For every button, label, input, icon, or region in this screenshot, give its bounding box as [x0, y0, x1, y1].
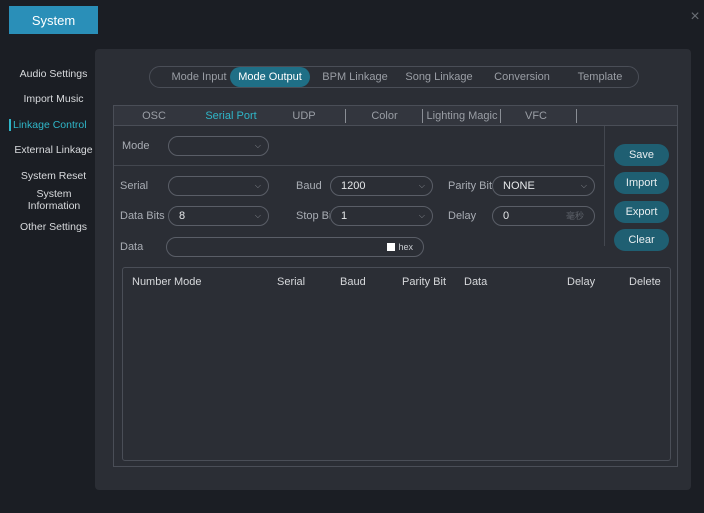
title-bar: System × [0, 0, 704, 40]
sidebar-item-system-information[interactable]: System Information [24, 188, 84, 212]
tab-separator [422, 109, 423, 123]
sidebar-item-external-linkage[interactable]: External Linkage [9, 144, 98, 156]
column-header-parity-bit: Parity Bit [402, 276, 447, 288]
mode-label: Mode [122, 140, 150, 152]
chevron-down-icon: ⌵ [254, 211, 261, 220]
tab-lighting-magic[interactable]: Lighting Magic [425, 106, 499, 126]
serial-select[interactable]: ⌵ [168, 176, 269, 196]
delay-input[interactable]: 0 毫秒 [492, 206, 595, 226]
column-header-mode: Mode [174, 276, 202, 288]
data-label: Data [120, 241, 144, 253]
clear-button[interactable]: Clear [614, 229, 669, 251]
parity-bit-select[interactable]: NONE ⌵ [492, 176, 595, 196]
mode-select[interactable]: ⌵ [168, 136, 269, 156]
tab-color[interactable]: Color [362, 106, 407, 126]
data-bits-select[interactable]: 8 ⌵ [168, 206, 269, 226]
column-header-baud: Baud [340, 276, 366, 288]
export-button[interactable]: Export [614, 201, 669, 223]
baud-select[interactable]: 1200 ⌵ [330, 176, 433, 196]
tab-separator [500, 109, 501, 123]
main-content: Mode Input Mode Output BPM Linkage Song … [95, 49, 691, 490]
sidebar-item-linkage-control[interactable]: Linkage Control [9, 119, 98, 131]
hex-checkbox[interactable] [387, 243, 395, 251]
tab-template[interactable]: Template [566, 67, 634, 87]
chevron-down-icon: ⌵ [418, 181, 425, 190]
tab-conversion[interactable]: Conversion [483, 67, 561, 87]
tab-song-linkage[interactable]: Song Linkage [400, 67, 478, 87]
delay-unit: 毫秒 [565, 211, 584, 221]
delay-label: Delay [448, 210, 477, 222]
data-input[interactable]: hex [166, 237, 424, 257]
stop-bit-label: Stop Bit [296, 210, 330, 222]
tab-udp[interactable]: UDP [284, 106, 324, 126]
form-divider [114, 165, 604, 166]
import-button[interactable]: Import [614, 172, 669, 194]
tab-bpm-linkage[interactable]: BPM Linkage [315, 67, 395, 87]
chevron-down-icon: ⌵ [254, 141, 261, 150]
sidebar-item-import-music[interactable]: Import Music [9, 93, 98, 105]
sidebar: Audio Settings Import Music Linkage Cont… [9, 40, 98, 506]
serial-label: Serial [120, 180, 149, 192]
button-column-divider [604, 126, 605, 246]
system-tab[interactable]: System [9, 6, 98, 34]
sub-tab-bar: OSC Serial Port UDP Color Lighting Magic… [114, 106, 677, 126]
parity-bit-label: Parity Bit [448, 180, 493, 192]
tab-serial-port[interactable]: Serial Port [196, 106, 266, 126]
baud-label: Baud [296, 180, 322, 192]
stop-bit-select[interactable]: 1 ⌵ [330, 206, 433, 226]
tab-vfc[interactable]: VFC [516, 106, 556, 126]
sidebar-item-other-settings[interactable]: Other Settings [9, 221, 98, 233]
column-header-serial: Serial [277, 276, 306, 288]
tab-osc[interactable]: OSC [134, 106, 174, 126]
column-header-number: Number [132, 276, 172, 288]
sidebar-item-system-reset[interactable]: System Reset [9, 170, 98, 182]
close-icon[interactable]: × [688, 9, 702, 25]
column-header-data: Data [464, 276, 488, 288]
data-bits-label: Data Bits [120, 210, 165, 222]
chevron-down-icon: ⌵ [580, 181, 587, 190]
top-tab-bar: Mode Input Mode Output BPM Linkage Song … [149, 66, 639, 88]
tab-separator [576, 109, 577, 123]
tab-mode-output[interactable]: Mode Output [230, 67, 310, 87]
save-button[interactable]: Save [614, 144, 669, 166]
sidebar-item-audio-settings[interactable]: Audio Settings [9, 68, 98, 80]
serial-port-panel: OSC Serial Port UDP Color Lighting Magic… [113, 105, 678, 467]
tab-separator [345, 109, 346, 123]
column-header-delete: Delete [629, 276, 661, 288]
tab-mode-input[interactable]: Mode Input [160, 67, 238, 87]
column-header-delay: Delay [567, 276, 596, 288]
chevron-down-icon: ⌵ [254, 181, 261, 190]
chevron-down-icon: ⌵ [418, 211, 425, 220]
command-table: Number Mode Serial Baud Parity Bit Data … [122, 267, 671, 461]
hex-label: hex [398, 242, 413, 252]
